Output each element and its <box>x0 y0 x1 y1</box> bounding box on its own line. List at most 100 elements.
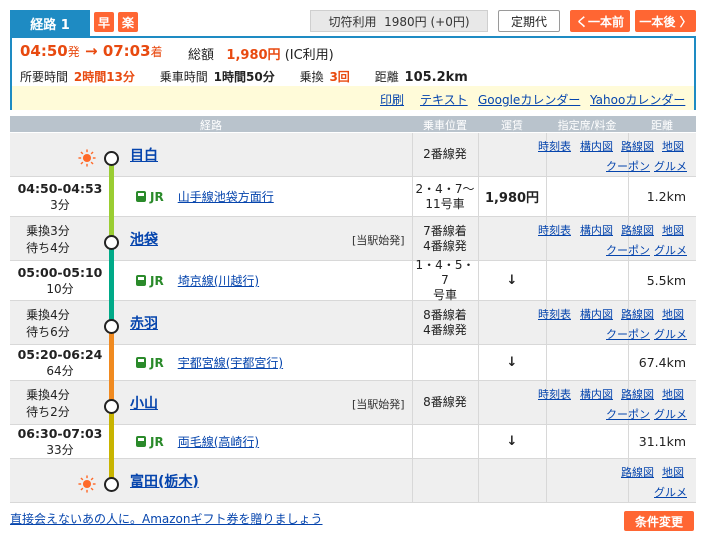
line-cell: JR 埼京線(川越行) <box>136 261 259 300</box>
station-name-cell: 赤羽 <box>130 301 158 344</box>
segment-fare: ↓ <box>506 434 518 449</box>
line-name-link[interactable]: 両毛線(高崎行) <box>178 433 259 450</box>
station-link-gourmet[interactable]: グルメ <box>654 242 687 258</box>
station-node <box>104 151 119 166</box>
text-link[interactable]: テキスト <box>420 91 468 108</box>
transfer-text: 待ち2分 <box>26 404 70 419</box>
station-name-link[interactable]: 赤羽 <box>130 313 158 333</box>
column-divider <box>628 261 629 300</box>
platform-info: 2番線発 <box>423 147 467 161</box>
station-name-link[interactable]: 目白 <box>130 145 158 165</box>
next-train-button[interactable]: 一本後 〉 <box>635 10 696 32</box>
commuter-pass-button[interactable]: 定期代 <box>498 10 560 32</box>
sun-icon <box>78 475 96 493</box>
station-link-premises[interactable]: 構内図 <box>580 386 613 402</box>
column-divider <box>412 425 413 458</box>
badge-fast: 早 <box>94 12 114 32</box>
segment-distance: 31.1km <box>638 434 686 449</box>
station-node <box>104 477 119 492</box>
time-range: 05:00-05:10 <box>17 264 103 280</box>
platform-info: 7番線着 4番線発 <box>423 223 467 253</box>
station-link-coupon[interactable]: クーポン <box>606 406 650 422</box>
station-link-premises[interactable]: 構内図 <box>580 306 613 322</box>
station-name-link[interactable]: 池袋 <box>130 229 158 249</box>
col-distance: 距離 <box>651 119 673 132</box>
car-position: 1・4・5・7 号車 <box>415 258 475 302</box>
change-conditions-button[interactable]: 条件変更 <box>624 511 694 531</box>
station-name-cell: 目白 <box>130 133 158 176</box>
time-range: 04:50発 → 07:03着 <box>20 42 163 60</box>
company-label: JR <box>150 355 164 370</box>
route-tab[interactable]: 経路 1 <box>10 10 90 36</box>
segment-distance: 5.5km <box>646 273 686 288</box>
station-link-map[interactable]: 地図 <box>662 138 684 154</box>
column-divider <box>628 425 629 458</box>
duration: 3分 <box>50 197 70 212</box>
line-name-link[interactable]: 宇都宮線(宇都宮行) <box>178 354 283 371</box>
station-link-timetable[interactable]: 時刻表 <box>538 222 571 238</box>
top-bar: 経路 1 早 楽 切符利用 1980円 (+0円) 定期代 く一本前 一本後 〉 <box>10 8 696 36</box>
column-divider <box>478 301 479 344</box>
station-link-coupon[interactable]: クーポン <box>606 326 650 342</box>
station-link-gourmet[interactable]: グルメ <box>654 406 687 422</box>
column-divider <box>478 217 479 260</box>
segment-distance: 67.4km <box>638 355 686 370</box>
duration: 10分 <box>46 281 74 296</box>
print-link[interactable]: 印刷 <box>380 91 404 108</box>
column-divider <box>546 459 547 502</box>
station-link-premises[interactable]: 構内図 <box>580 222 613 238</box>
station-name-cell: 富田(栃木) <box>130 459 199 502</box>
amazon-gift-link[interactable]: 直接会えないあの人に。Amazonギフト券を贈りましょう <box>10 510 323 527</box>
column-divider <box>478 133 479 176</box>
station-link-gourmet[interactable]: グルメ <box>654 158 687 174</box>
yahoo-calendar-link[interactable]: Yahooカレンダー <box>590 91 685 108</box>
prev-train-button[interactable]: く一本前 <box>570 10 630 32</box>
station-link-map[interactable]: 地図 <box>662 464 684 480</box>
google-calendar-link[interactable]: Googleカレンダー <box>478 91 580 108</box>
station-link-gourmet[interactable]: グルメ <box>654 484 687 500</box>
station-link-timetable[interactable]: 時刻表 <box>538 306 571 322</box>
line-name-link[interactable]: 山手線池袋方面行 <box>178 188 274 205</box>
route-line-segment <box>109 406 114 484</box>
transfer-text: 乗換4分 <box>26 387 70 402</box>
time-range: 06:30-07:03 <box>17 425 103 441</box>
station-link-route-map[interactable]: 路線図 <box>621 222 654 238</box>
station-link-timetable[interactable]: 時刻表 <box>538 386 571 402</box>
route-line-segment <box>109 326 114 406</box>
station-name-cell: 池袋 <box>130 217 158 260</box>
station-link-coupon[interactable]: クーポン <box>606 158 650 174</box>
route-line-segment <box>109 242 114 326</box>
origin-note: [当駅始発] <box>352 234 405 247</box>
transfer-info: 乗換4分 待ち6分 <box>10 301 86 344</box>
column-divider <box>628 177 629 216</box>
station-name-link[interactable]: 富田(栃木) <box>130 471 199 491</box>
column-divider <box>412 459 413 502</box>
station-link-map[interactable]: 地図 <box>662 222 684 238</box>
column-divider <box>546 425 547 458</box>
station-link-map[interactable]: 地図 <box>662 386 684 402</box>
station-link-route-map[interactable]: 路線図 <box>621 306 654 322</box>
column-divider <box>628 345 629 380</box>
station-link-premises[interactable]: 構内図 <box>580 138 613 154</box>
column-divider <box>546 177 547 216</box>
station-name-link[interactable]: 小山 <box>130 393 158 413</box>
line-name-link[interactable]: 埼京線(川越行) <box>178 272 259 289</box>
station-link-gourmet[interactable]: グルメ <box>654 326 687 342</box>
fare-type-box[interactable]: 切符利用 1980円 (+0円) <box>310 10 488 32</box>
sun-icon <box>78 149 96 167</box>
station-link-coupon[interactable]: クーポン <box>606 242 650 258</box>
total-fare: 総額 1,980円 (IC利用) <box>188 48 334 63</box>
train-icon <box>136 436 146 447</box>
station-link-route-map[interactable]: 路線図 <box>621 386 654 402</box>
fare-type-value: 1980円 (+0円) <box>384 14 470 29</box>
segment-time: 05:00-05:10 10分 <box>10 261 110 300</box>
line-cell: JR 宇都宮線(宇都宮行) <box>136 345 283 380</box>
platform-info: 8番線発 <box>423 395 467 409</box>
column-divider <box>412 345 413 380</box>
station-link-route-map[interactable]: 路線図 <box>621 138 654 154</box>
station-link-route-map[interactable]: 路線図 <box>621 464 654 480</box>
station-node <box>104 235 119 250</box>
segment-fare: ↓ <box>506 355 518 370</box>
station-link-map[interactable]: 地図 <box>662 306 684 322</box>
station-link-timetable[interactable]: 時刻表 <box>538 138 571 154</box>
